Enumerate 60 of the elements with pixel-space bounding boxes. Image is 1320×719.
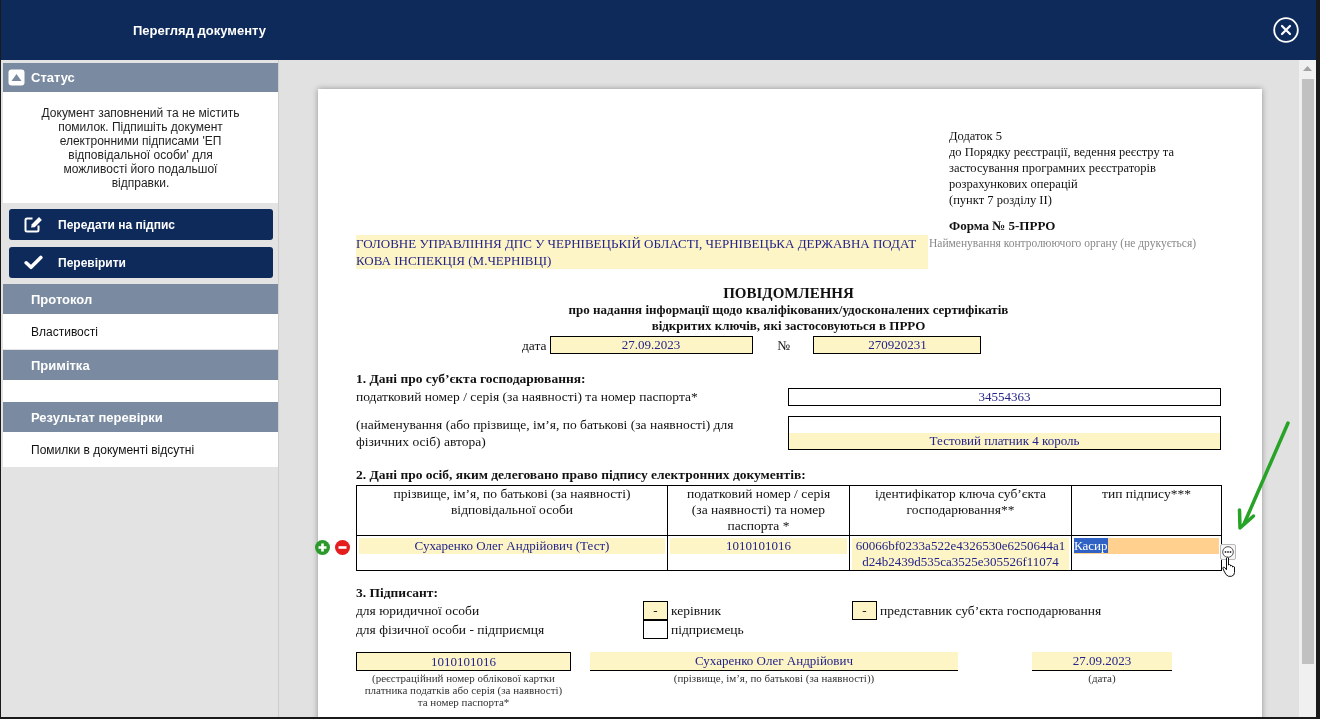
sidebar-item[interactable]: Помилки в документі відсутні — [3, 432, 278, 467]
plus-icon[interactable] — [315, 540, 330, 555]
close-icon — [1273, 17, 1299, 43]
sidebar-item[interactable]: Властивості — [3, 314, 278, 349]
window-title: Перегляд документу — [133, 22, 266, 38]
option-label: керівник — [671, 602, 722, 620]
edit-icon — [24, 216, 43, 233]
field-caption: (реєстраційний номер облікової картки платника податків або серія (за наявності) та номер паспорта* — [363, 672, 564, 708]
input-field[interactable]: 270920231 — [813, 336, 982, 354]
annex-line: розрахункових операцій — [949, 176, 1078, 192]
field-label: (найменування (або прізвище, ім’я, по батькові (за наявності) для фізичних осіб) автора) — [356, 416, 735, 450]
input-field[interactable]: Сухаренко Олег Андрійович (Тест) — [359, 538, 665, 554]
field-label: № — [777, 336, 791, 354]
document-subtitle: відкритих ключів, які застосовуються в ПРРО — [651, 318, 926, 334]
input-field[interactable]: ГОЛОВНЕ УПРАВЛІННЯ ДПС У ЧЕРНІВЕЦЬКІЙ ОБЛАСТІ, ЧЕРНІВЕЦЬКА ДЕРЖАВНА ПОДАТКОВА ІНСПЕКЦІЯ (М.ЧЕРНІВЦІ) — [356, 235, 928, 269]
field-label: дата — [522, 336, 547, 354]
input-field[interactable]: 27.09.2023 — [549, 336, 753, 354]
field-label: податковий номер / серія (за наявності) та номер паспорта* — [356, 388, 699, 406]
action-button[interactable]: Передати на підпис — [9, 209, 273, 240]
column-header: прізвище, ім’я, по батькові (за наявності) відповідальної особи — [356, 485, 668, 536]
section-heading: 2. Дані про осіб, яким делеговано право підпису електронних документів: — [356, 467, 806, 483]
input-field[interactable]: 34554363 — [788, 388, 1221, 406]
hand-cursor-icon — [1222, 556, 1237, 577]
input-field[interactable]: - — [643, 601, 668, 620]
column-header: тип підпису*** — [1071, 485, 1222, 536]
annex-line: (пункт 7 розділу II) — [949, 192, 1052, 208]
column-header: ідентифікатор ключа суб’єкта господарювання** — [849, 485, 1072, 536]
field-label: для юридичної особи — [356, 602, 481, 620]
input-field[interactable]: - — [852, 601, 877, 620]
action-button[interactable]: Перевірити — [9, 247, 273, 278]
close-button[interactable] — [1273, 17, 1299, 43]
input-field[interactable]: 1010101016 — [356, 652, 571, 671]
scrollbar[interactable] — [1299, 60, 1316, 717]
option-label: представник суб’єкта господарювання — [880, 602, 1102, 620]
input-field[interactable]: 60066bf0233a522e4326530e6250644a1d24b2439d535ca3525e305526f11074 — [852, 538, 1069, 570]
input-field[interactable]: Тестовий платник 4 король — [788, 416, 1221, 450]
input-field[interactable]: 1010101016 — [670, 538, 847, 554]
field-caption: (прізвище, ім’я, по батькові (за наявності)) — [672, 672, 876, 684]
section-heading: 3. Підписант: — [356, 585, 438, 601]
ellipsis-icon — [1222, 546, 1234, 558]
input-field[interactable]: 27.09.2023 — [1032, 652, 1172, 671]
annex-line: застосування програмних реєстраторів — [949, 160, 1156, 176]
document-title: ПОВІДОМЛЕННЯ — [723, 284, 854, 302]
section-heading: 1. Дані про суб’єкта господарювання: — [356, 371, 586, 387]
document-subtitle: про надання інформації щодо кваліфікованих/удосконалених сертифікатів — [568, 302, 1009, 318]
column-header: податковий номер / серія (за наявності) та номер паспорта * — [667, 485, 850, 536]
field-label: для фізичної особи - підприємця — [356, 621, 546, 639]
annex-line: Додаток 5 — [949, 128, 1002, 144]
field-caption: (дата) — [1087, 672, 1117, 684]
status-message: Документ заповнений та не містить помилок. Підпишіть документ електронними підписами 'ЕП відповідальної особи' для можливості його подальшої відправки. — [3, 92, 278, 203]
option-label: підприємець — [671, 621, 744, 639]
minus-icon[interactable] — [335, 540, 350, 555]
scrollbar-thumb[interactable] — [1301, 79, 1314, 664]
annex-line: до Порядку реєстрації, ведення реєстру та — [949, 144, 1174, 160]
input-field[interactable] — [643, 620, 668, 639]
input-field[interactable]: Сухаренко Олег Андрійович — [590, 652, 958, 671]
form-number: Форма № 5-ПРРО — [949, 218, 1056, 234]
checkmark-icon — [24, 255, 43, 270]
input-field[interactable]: Касир — [1074, 538, 1219, 554]
field-hint: Найменування контролюючого органу (не друкується) — [929, 236, 1197, 251]
